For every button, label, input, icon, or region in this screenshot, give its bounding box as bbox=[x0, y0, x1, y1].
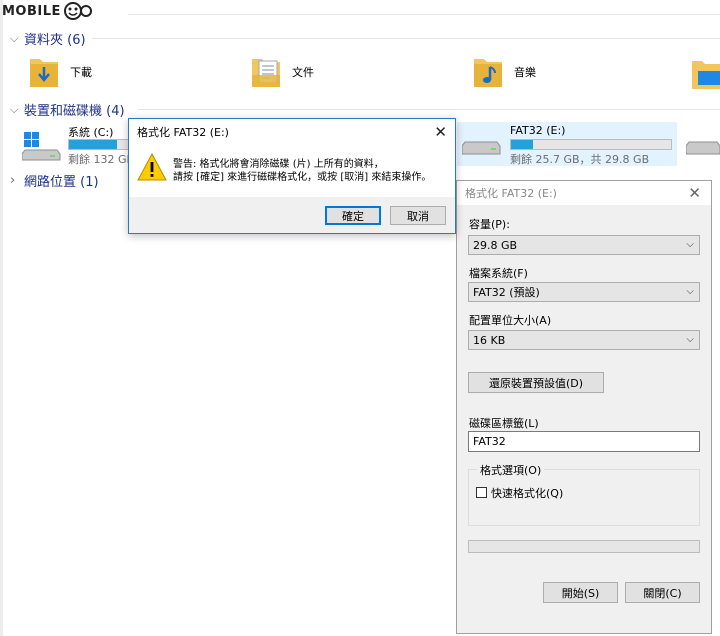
drive-icon bbox=[462, 141, 501, 155]
warning-icon bbox=[137, 153, 167, 181]
chevron-down-icon: ⌵ bbox=[686, 286, 694, 297]
desktop-folder-icon bbox=[692, 61, 720, 89]
chevron-down-icon: ⌵ bbox=[686, 239, 694, 250]
confirm-message-line1: 警告: 格式化將會消除磁碟 (片) 上所有的資料， bbox=[173, 159, 384, 170]
group-devices-label: 裝置和磁碟機 (4) bbox=[24, 104, 125, 119]
windows-drive-icon bbox=[22, 132, 61, 161]
filesystem-label: 檔案系統(F) bbox=[469, 267, 528, 280]
close-button[interactable]: 關閉(C) bbox=[625, 582, 700, 603]
drive-e-usage-fill bbox=[511, 140, 534, 149]
capacity-label: 容量(P): bbox=[469, 218, 510, 231]
chevron-right-icon: › bbox=[10, 173, 16, 188]
download-folder-icon bbox=[30, 59, 58, 87]
confirm-dialog: 格式化 FAT32 (E:) ✕ 警告: 格式化將會消除磁碟 (片) 上所有的資… bbox=[128, 118, 456, 234]
ok-button[interactable]: 確定 bbox=[325, 206, 381, 225]
confirm-dialog-body: 警告: 格式化將會消除磁碟 (片) 上所有的資料， 請按 [確定] 來進行磁碟格… bbox=[129, 145, 455, 197]
address-bar-line bbox=[128, 14, 720, 15]
chevron-down-icon: ⌵ bbox=[686, 334, 694, 345]
format-window: 格式化 FAT32 (E:) ✕ 容量(P): 29.8 GB ⌵ 檔案系統(F… bbox=[456, 180, 712, 634]
watermark-logo: MOBILE bbox=[2, 1, 92, 21]
drive-c-usage-fill bbox=[69, 140, 117, 149]
filesystem-value: FAT32 (預設) bbox=[473, 286, 540, 299]
quick-format-label[interactable]: 快速格式化(Q) bbox=[491, 485, 563, 501]
drive-icon bbox=[685, 141, 720, 155]
drive-item-partial[interactable] bbox=[685, 140, 720, 163]
chevron-down-icon: ⌵ bbox=[10, 31, 19, 45]
volume-label-label: 磁碟區標籤(L) bbox=[469, 417, 539, 430]
alloc-size-select[interactable]: 16 KB ⌵ bbox=[468, 330, 700, 350]
confirm-dialog-close-icon[interactable]: ✕ bbox=[434, 123, 447, 141]
group-divider bbox=[138, 109, 720, 110]
chevron-down-icon: ⌵ bbox=[10, 102, 19, 116]
filesystem-select[interactable]: FAT32 (預設) ⌵ bbox=[468, 282, 700, 302]
drive-c-usage-bar bbox=[68, 139, 130, 150]
capacity-select[interactable]: 29.8 GB ⌵ bbox=[468, 235, 700, 255]
watermark-text: MOBILE bbox=[2, 3, 61, 19]
restore-defaults-button[interactable]: 還原裝置預設值(D) bbox=[468, 372, 604, 393]
format-options-label: 格式選項(O) bbox=[477, 462, 545, 478]
group-folders-header[interactable]: ⌵ 資料夾 (6) bbox=[10, 29, 86, 49]
folder-item-documents[interactable]: 文件 bbox=[250, 53, 314, 91]
group-devices-header[interactable]: ⌵ 裝置和磁碟機 (4) bbox=[10, 100, 125, 120]
format-window-close-icon[interactable]: ✕ bbox=[688, 184, 701, 202]
folder-item-downloads[interactable]: 下載 bbox=[28, 53, 92, 91]
format-window-title: 格式化 FAT32 (E:) bbox=[457, 181, 711, 205]
cancel-button[interactable]: 取消 bbox=[390, 206, 446, 225]
quick-format-checkbox[interactable] bbox=[476, 487, 487, 498]
documents-folder-icon bbox=[252, 59, 280, 87]
format-options-group: 格式選項(O) 快速格式化(Q) bbox=[468, 462, 700, 526]
drive-e-free: 剩餘 25.7 GB，共 29.8 GB bbox=[510, 153, 650, 166]
folder-item-desktop-partial[interactable] bbox=[692, 55, 720, 94]
alloc-size-value: 16 KB bbox=[473, 333, 506, 347]
music-folder-icon bbox=[474, 59, 502, 87]
drive-c-free: 剩餘 132 GB bbox=[68, 153, 135, 166]
left-edge bbox=[0, 0, 3, 636]
drive-e-usage-bar bbox=[510, 139, 672, 150]
alloc-size-label: 配置單位大小(A) bbox=[469, 314, 552, 327]
confirm-message: 警告: 格式化將會消除磁碟 (片) 上所有的資料， 請按 [確定] 來進行磁碟格… bbox=[173, 158, 431, 184]
folder-item-music[interactable]: 音樂 bbox=[472, 53, 536, 91]
group-network-header[interactable]: › 網路位置 (1) bbox=[10, 171, 99, 190]
volume-label-input[interactable]: FAT32 bbox=[468, 431, 700, 452]
confirm-dialog-title: 格式化 FAT32 (E:) bbox=[129, 119, 455, 145]
drive-c-name: 系統 (C:) bbox=[68, 126, 114, 139]
capacity-value: 29.8 GB bbox=[473, 238, 518, 252]
confirm-message-line2: 請按 [確定] 來進行磁碟格式化，或按 [取消] 來結束操作。 bbox=[173, 172, 432, 183]
watermark-face-icon bbox=[63, 2, 92, 20]
group-folders-label: 資料夾 (6) bbox=[24, 33, 86, 48]
start-button[interactable]: 開始(S) bbox=[543, 582, 618, 603]
group-divider bbox=[92, 38, 720, 39]
drive-item-c[interactable]: 系統 (C:) 剩餘 132 GB bbox=[22, 122, 134, 172]
group-network-label: 網路位置 (1) bbox=[24, 175, 99, 190]
format-progress-bar bbox=[468, 540, 700, 553]
drive-e-name: FAT32 (E:) bbox=[510, 124, 566, 137]
drive-item-e[interactable]: FAT32 (E:) 剩餘 25.7 GB，共 29.8 GB bbox=[462, 122, 677, 166]
